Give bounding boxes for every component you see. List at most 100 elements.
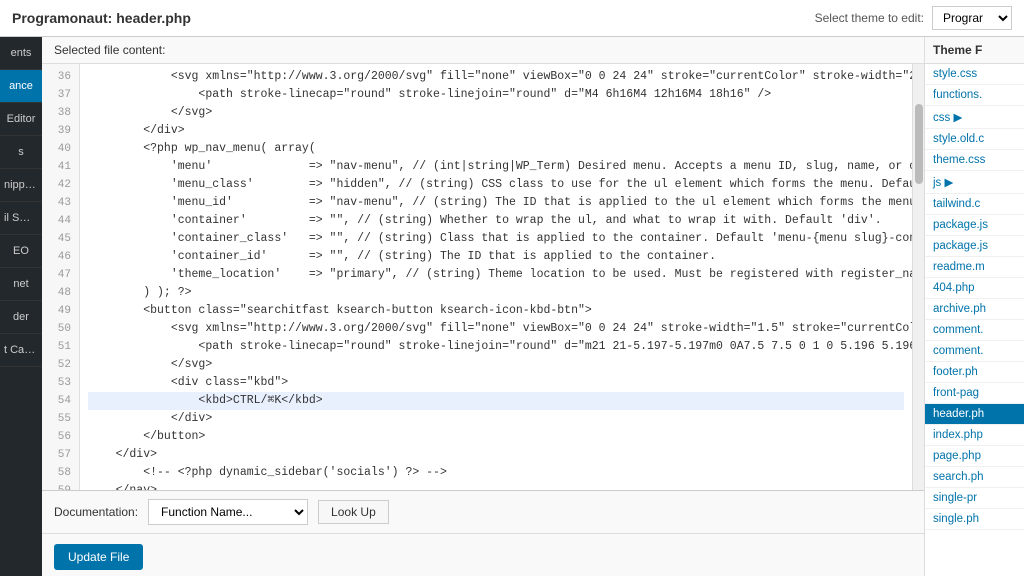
line-number: 57 bbox=[42, 446, 79, 464]
line-number: 37 bbox=[42, 86, 79, 104]
code-line: <div class="kbd"> bbox=[88, 374, 904, 392]
line-number: 40 bbox=[42, 140, 79, 158]
theme-file-item[interactable]: js ▶ bbox=[925, 171, 1024, 194]
code-line: </nav> bbox=[88, 482, 904, 490]
theme-file-item[interactable]: comment. bbox=[925, 320, 1024, 341]
sidebar-item-der[interactable]: der bbox=[0, 301, 42, 334]
code-line: 'menu_id' => "nav-menu", // (string) The… bbox=[88, 194, 904, 212]
function-name-select[interactable]: Function Name... bbox=[148, 499, 308, 525]
theme-file-item[interactable]: style.old.c bbox=[925, 129, 1024, 150]
code-line: <svg xmlns="http://www.3.org/2000/svg" f… bbox=[88, 320, 904, 338]
code-line: <!-- <?php dynamic_sidebar('socials') ?>… bbox=[88, 464, 904, 482]
theme-file-item[interactable]: style.css bbox=[925, 64, 1024, 85]
bottom-bar: Documentation: Function Name... Look Up bbox=[42, 490, 924, 533]
theme-file-item[interactable]: index.php bbox=[925, 425, 1024, 446]
line-number: 52 bbox=[42, 356, 79, 374]
code-line: 'theme_location' => "primary", // (strin… bbox=[88, 266, 904, 284]
editor-scrollbar[interactable] bbox=[912, 64, 924, 490]
code-line: 'container_class' => "", // (string) Cla… bbox=[88, 230, 904, 248]
code-line: ) ); ?> bbox=[88, 284, 904, 302]
sidebar-item-il-smtp[interactable]: il SMTP bbox=[0, 202, 42, 235]
line-number: 46 bbox=[42, 248, 79, 266]
code-line: </div> bbox=[88, 446, 904, 464]
code-line: </svg> bbox=[88, 356, 904, 374]
sidebar-item-s[interactable]: s bbox=[0, 136, 42, 169]
theme-file-item[interactable]: comment. bbox=[925, 341, 1024, 362]
theme-file-item[interactable]: single.ph bbox=[925, 509, 1024, 530]
code-line: 'container' => "", // (string) Whether t… bbox=[88, 212, 904, 230]
code-line: 'container_id' => "", // (string) The ID… bbox=[88, 248, 904, 266]
theme-file-item[interactable]: package.js bbox=[925, 236, 1024, 257]
theme-file-item[interactable]: archive.ph bbox=[925, 299, 1024, 320]
line-numbers: 3637383940414243444546474849505152535455… bbox=[42, 64, 80, 490]
action-row: Update File bbox=[42, 533, 924, 576]
page-title: Programonaut: header.php bbox=[12, 10, 191, 26]
file-content-header: Selected file content: bbox=[42, 37, 924, 64]
theme-file-item[interactable]: page.php bbox=[925, 446, 1024, 467]
code-content[interactable]: <svg xmlns="http://www.3.org/2000/svg" f… bbox=[80, 64, 912, 490]
code-line: <svg xmlns="http://www.3.org/2000/svg" f… bbox=[88, 68, 904, 86]
theme-file-item[interactable]: header.ph bbox=[925, 404, 1024, 425]
code-line: </svg> bbox=[88, 104, 904, 122]
theme-select-dropdown[interactable]: Prograr bbox=[932, 6, 1012, 30]
theme-file-item[interactable]: single-pr bbox=[925, 488, 1024, 509]
code-line: </div> bbox=[88, 122, 904, 140]
theme-file-item[interactable]: footer.ph bbox=[925, 362, 1024, 383]
code-line: 'menu_class' => "hidden", // (string) CS… bbox=[88, 176, 904, 194]
top-bar: Programonaut: header.php Select theme to… bbox=[0, 0, 1024, 37]
editor-area: Selected file content: 36373839404142434… bbox=[42, 37, 924, 576]
line-number: 55 bbox=[42, 410, 79, 428]
line-number: 51 bbox=[42, 338, 79, 356]
theme-sidebar-header: Theme F bbox=[925, 37, 1024, 64]
line-number: 47 bbox=[42, 266, 79, 284]
update-file-button[interactable]: Update File bbox=[54, 544, 143, 570]
sidebar-item-t-cache[interactable]: t Cache bbox=[0, 334, 42, 367]
code-line: </button> bbox=[88, 428, 904, 446]
look-up-button[interactable]: Look Up bbox=[318, 500, 389, 524]
doc-label: Documentation: bbox=[54, 505, 138, 519]
sidebar-item-eo[interactable]: EO bbox=[0, 235, 42, 268]
theme-file-item[interactable]: css ▶ bbox=[925, 106, 1024, 129]
sidebar-item-ents[interactable]: ents bbox=[0, 37, 42, 70]
theme-file-list[interactable]: style.cssfunctions.css ▶style.old.ctheme… bbox=[925, 64, 1024, 576]
line-number: 50 bbox=[42, 320, 79, 338]
code-editor[interactable]: 3637383940414243444546474849505152535455… bbox=[42, 64, 924, 490]
line-number: 39 bbox=[42, 122, 79, 140]
bottom-section: Documentation: Function Name... Look Up … bbox=[42, 490, 924, 576]
line-number: 49 bbox=[42, 302, 79, 320]
line-number: 45 bbox=[42, 230, 79, 248]
line-number: 42 bbox=[42, 176, 79, 194]
code-line: </div> bbox=[88, 410, 904, 428]
line-number: 58 bbox=[42, 464, 79, 482]
theme-file-item[interactable]: functions. bbox=[925, 85, 1024, 106]
sidebar-left: entsanceEditorsnippetsil SMTPEOnetdert C… bbox=[0, 37, 42, 576]
line-number: 53 bbox=[42, 374, 79, 392]
sidebar-item-editor[interactable]: Editor bbox=[0, 103, 42, 136]
theme-select-label: Select theme to edit: bbox=[815, 11, 924, 25]
line-number: 36 bbox=[42, 68, 79, 86]
code-line: <?php wp_nav_menu( array( bbox=[88, 140, 904, 158]
scrollbar-thumb[interactable] bbox=[915, 104, 923, 184]
code-line: <button class="searchitfast ksearch-butt… bbox=[88, 302, 904, 320]
line-number: 59 bbox=[42, 482, 79, 490]
sidebar-item-ance[interactable]: ance bbox=[0, 70, 42, 103]
theme-file-item[interactable]: package.js bbox=[925, 215, 1024, 236]
theme-selector-area: Select theme to edit: Prograr bbox=[815, 6, 1012, 30]
line-number: 41 bbox=[42, 158, 79, 176]
sidebar-item-net[interactable]: net bbox=[0, 268, 42, 301]
sidebar-item-nippets[interactable]: nippets bbox=[0, 169, 42, 202]
code-line: <path stroke-linecap="round" stroke-line… bbox=[88, 86, 904, 104]
code-line: <kbd>CTRL/⌘K</kbd> bbox=[88, 392, 904, 410]
theme-file-item[interactable]: search.ph bbox=[925, 467, 1024, 488]
theme-file-item[interactable]: theme.css bbox=[925, 150, 1024, 171]
theme-file-item[interactable]: 404.php bbox=[925, 278, 1024, 299]
main-layout: entsanceEditorsnippetsil SMTPEOnetdert C… bbox=[0, 37, 1024, 576]
line-number: 56 bbox=[42, 428, 79, 446]
theme-file-item[interactable]: readme.m bbox=[925, 257, 1024, 278]
code-line: <path stroke-linecap="round" stroke-line… bbox=[88, 338, 904, 356]
theme-file-item[interactable]: front-pag bbox=[925, 383, 1024, 404]
line-number: 44 bbox=[42, 212, 79, 230]
theme-file-item[interactable]: tailwind.c bbox=[925, 194, 1024, 215]
line-number: 48 bbox=[42, 284, 79, 302]
line-number: 38 bbox=[42, 104, 79, 122]
